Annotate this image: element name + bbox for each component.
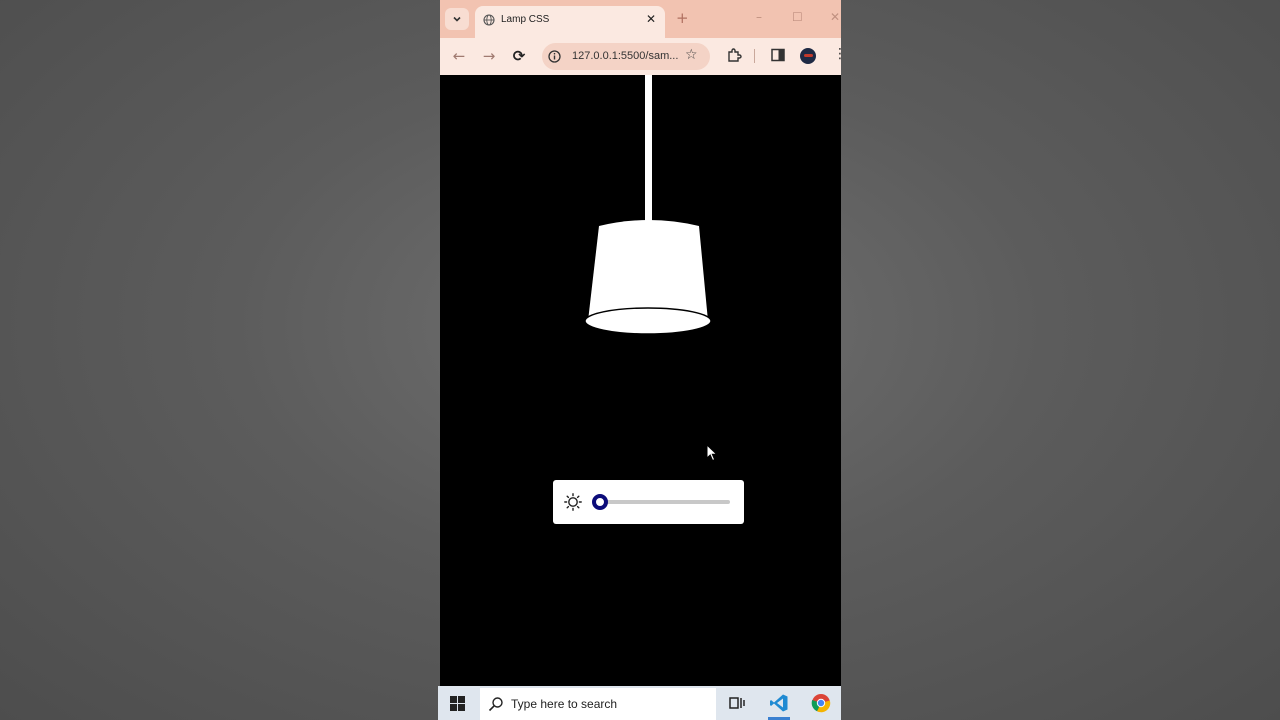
browser-toolbar: ← → ⟳ 127.0.0.1:5500/sam... ☆ ⋮ bbox=[440, 38, 841, 75]
brightness-slider-track[interactable] bbox=[600, 500, 730, 504]
tab-search-button[interactable] bbox=[445, 8, 469, 30]
side-panel-icon[interactable] bbox=[770, 47, 786, 63]
forward-button[interactable]: → bbox=[479, 46, 499, 66]
maximize-icon[interactable]: ☐ bbox=[792, 10, 803, 24]
windows-taskbar: Type here to search bbox=[438, 686, 841, 720]
brightness-control bbox=[553, 480, 744, 524]
task-view-icon[interactable] bbox=[727, 693, 747, 713]
chrome-icon[interactable] bbox=[811, 693, 831, 713]
extensions-icon[interactable] bbox=[726, 47, 742, 63]
tab-title: Lamp CSS bbox=[501, 14, 550, 25]
profile-avatar[interactable] bbox=[800, 48, 816, 64]
search-icon bbox=[488, 697, 503, 712]
browser-menu-icon[interactable]: ⋮ bbox=[833, 46, 841, 62]
search-placeholder: Type here to search bbox=[511, 697, 618, 711]
toolbar-divider bbox=[754, 49, 755, 63]
url-text[interactable]: 127.0.0.1:5500/sam... bbox=[572, 50, 678, 62]
taskbar-search-box[interactable]: Type here to search bbox=[480, 688, 716, 720]
address-bar[interactable]: 127.0.0.1:5500/sam... ☆ bbox=[542, 43, 710, 70]
windows-start-icon[interactable] bbox=[450, 696, 465, 711]
page-viewport bbox=[440, 75, 841, 686]
info-icon[interactable] bbox=[548, 50, 561, 63]
tab-strip: Lamp CSS ✕ + – ☐ ✕ bbox=[440, 0, 841, 38]
vscode-icon[interactable] bbox=[769, 693, 789, 713]
reload-button[interactable]: ⟳ bbox=[509, 46, 529, 66]
sun-icon bbox=[564, 493, 582, 511]
new-tab-button[interactable]: + bbox=[676, 9, 689, 27]
minimize-icon[interactable]: – bbox=[756, 10, 762, 24]
lamp-cord bbox=[645, 75, 652, 223]
lamp-shade[interactable] bbox=[585, 220, 713, 335]
close-window-icon[interactable]: ✕ bbox=[830, 10, 840, 24]
mouse-cursor-icon bbox=[706, 444, 718, 462]
tab-lamp-css[interactable]: Lamp CSS ✕ bbox=[475, 6, 665, 38]
chevron-down-icon bbox=[453, 16, 461, 22]
bookmark-star-icon[interactable]: ☆ bbox=[685, 47, 698, 63]
brightness-slider-thumb[interactable] bbox=[592, 494, 608, 510]
globe-icon bbox=[483, 14, 495, 26]
back-button[interactable]: ← bbox=[449, 46, 469, 66]
close-tab-icon[interactable]: ✕ bbox=[646, 12, 656, 26]
browser-window: Lamp CSS ✕ + – ☐ ✕ ← → ⟳ 127.0.0.1:5500/… bbox=[440, 0, 841, 686]
